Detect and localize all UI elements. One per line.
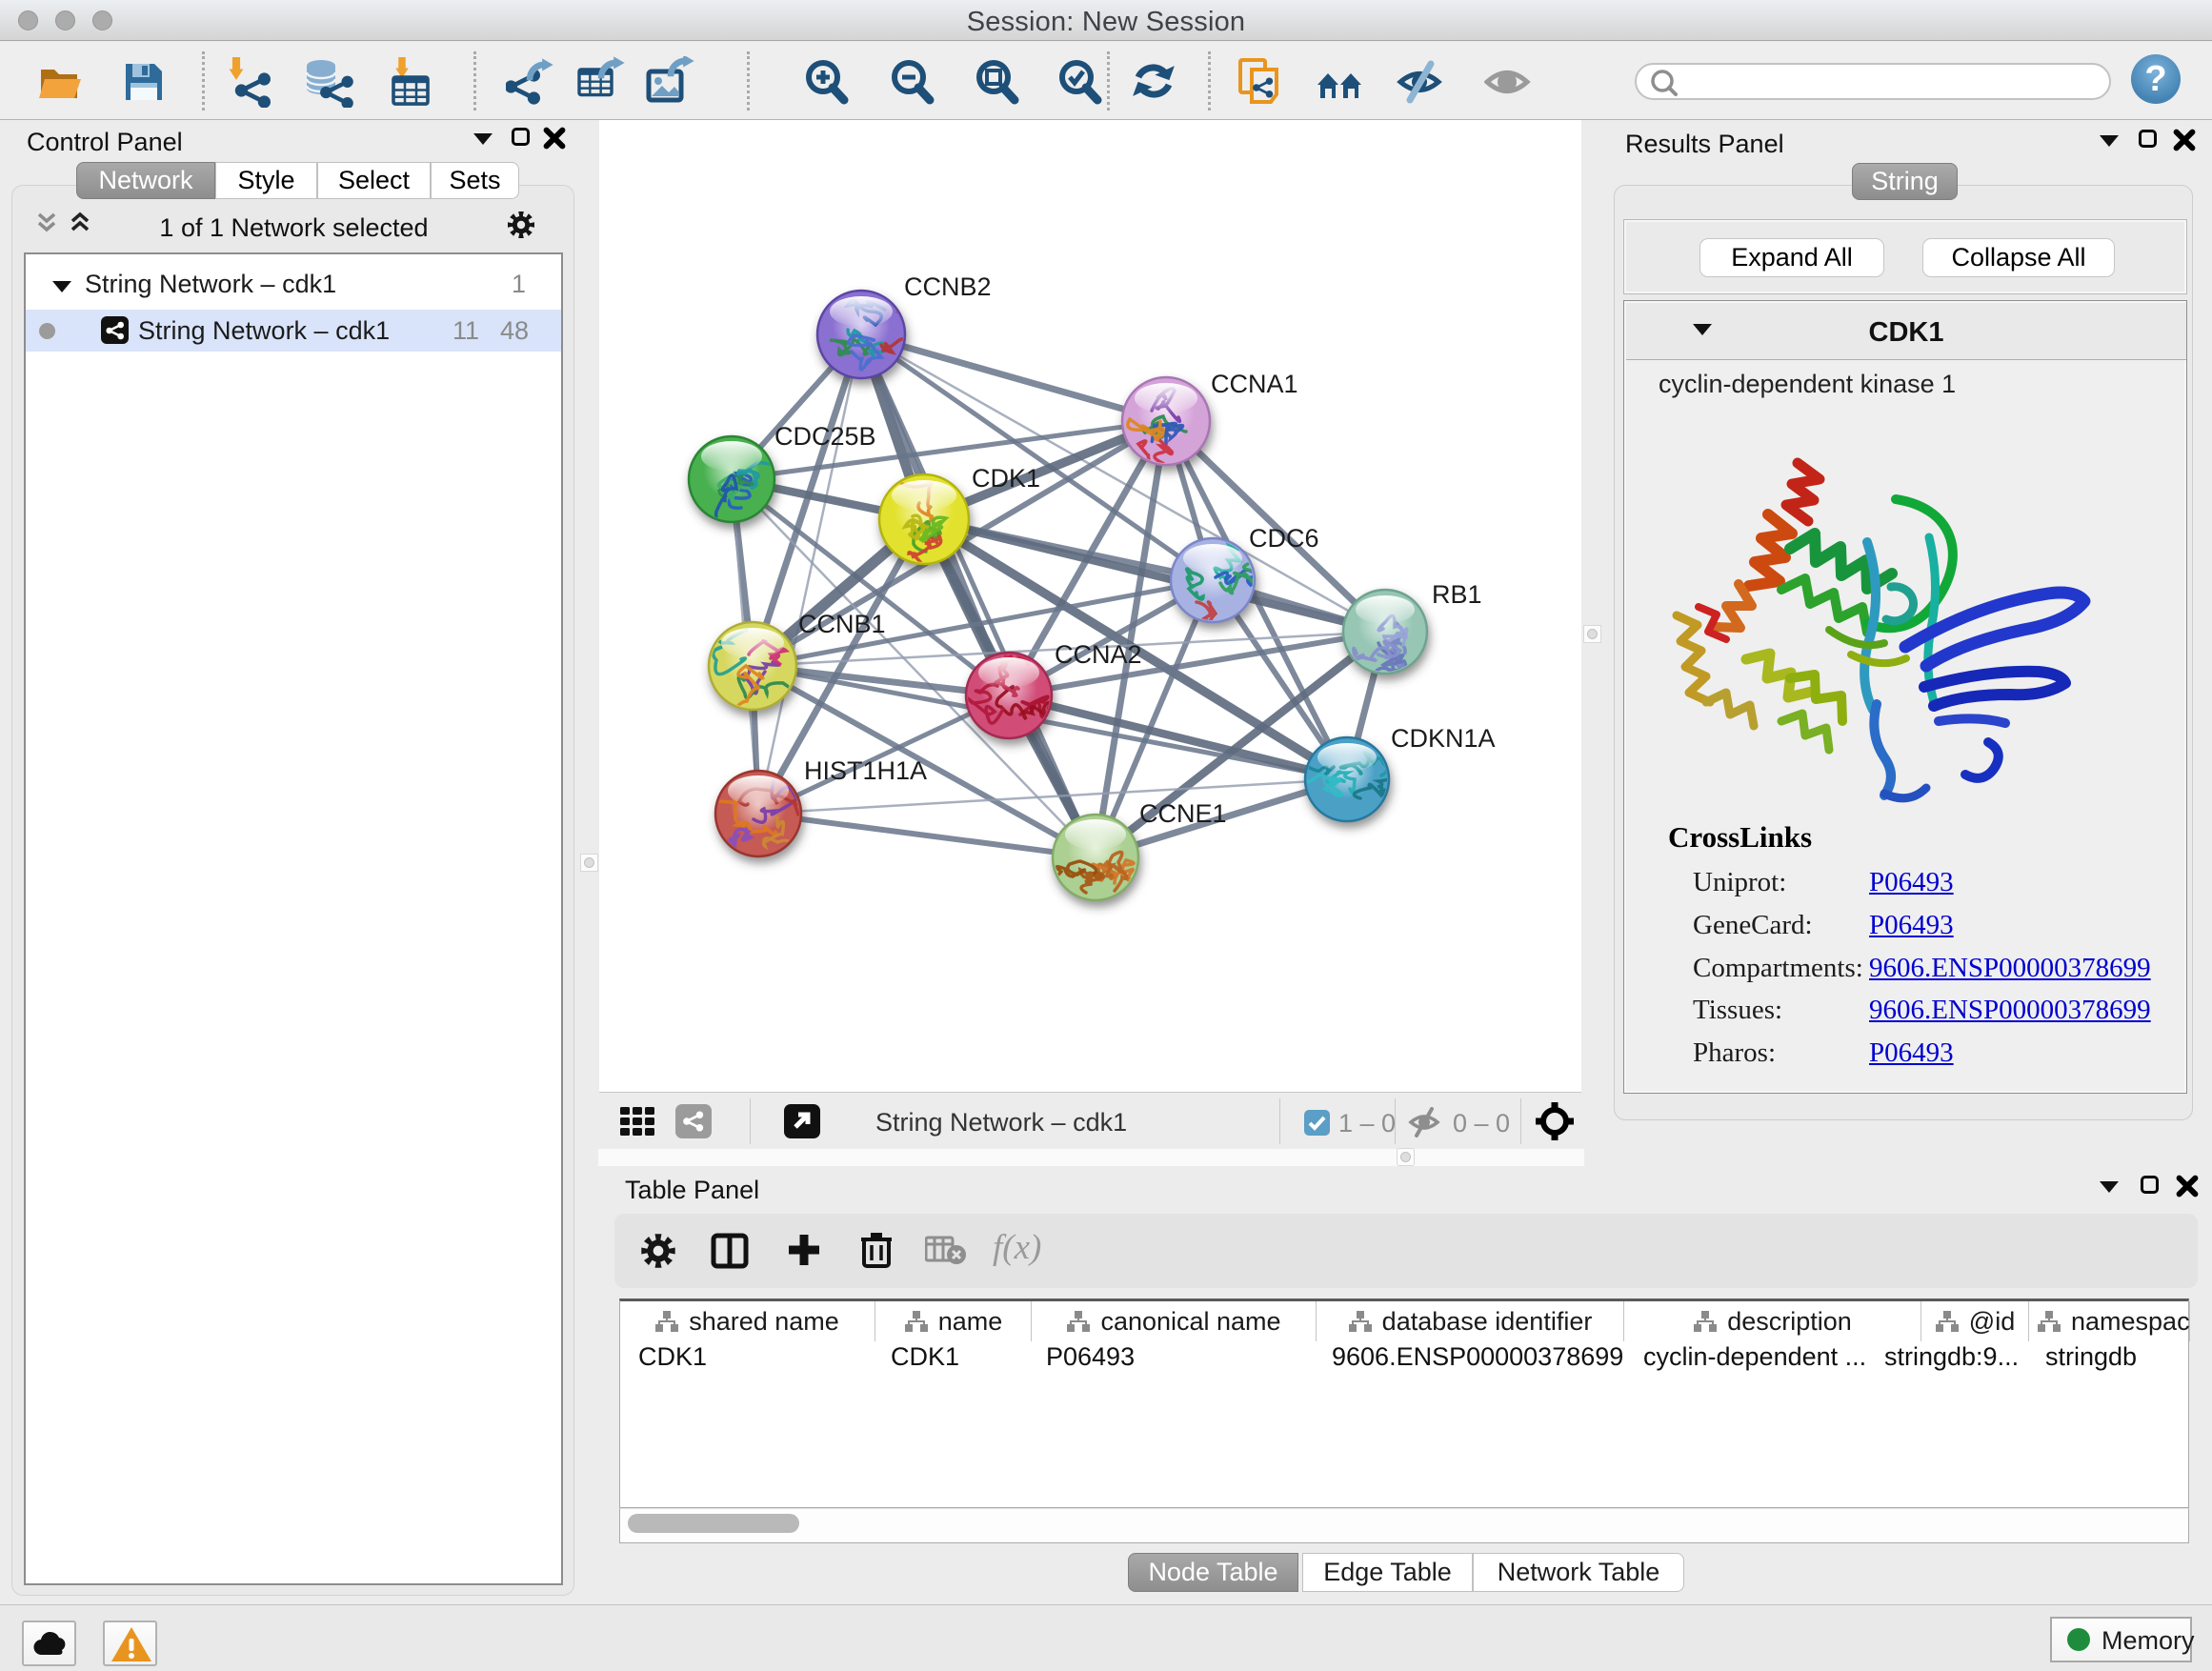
svg-text:CCNE1: CCNE1 (1139, 799, 1227, 828)
svg-text:CCNA2: CCNA2 (1055, 640, 1142, 669)
svg-text:CCNB2: CCNB2 (904, 272, 992, 301)
svg-text:CCNB1: CCNB1 (798, 610, 886, 638)
svg-text:CCNA1: CCNA1 (1211, 370, 1298, 398)
svg-text:HIST1H1A: HIST1H1A (804, 756, 927, 785)
svg-text:CDC25B: CDC25B (774, 422, 876, 451)
svg-text:RB1: RB1 (1432, 580, 1482, 609)
svg-text:CDKN1A: CDKN1A (1391, 724, 1496, 753)
svg-text:CDK1: CDK1 (972, 464, 1040, 493)
svg-text:CDC6: CDC6 (1249, 524, 1319, 553)
